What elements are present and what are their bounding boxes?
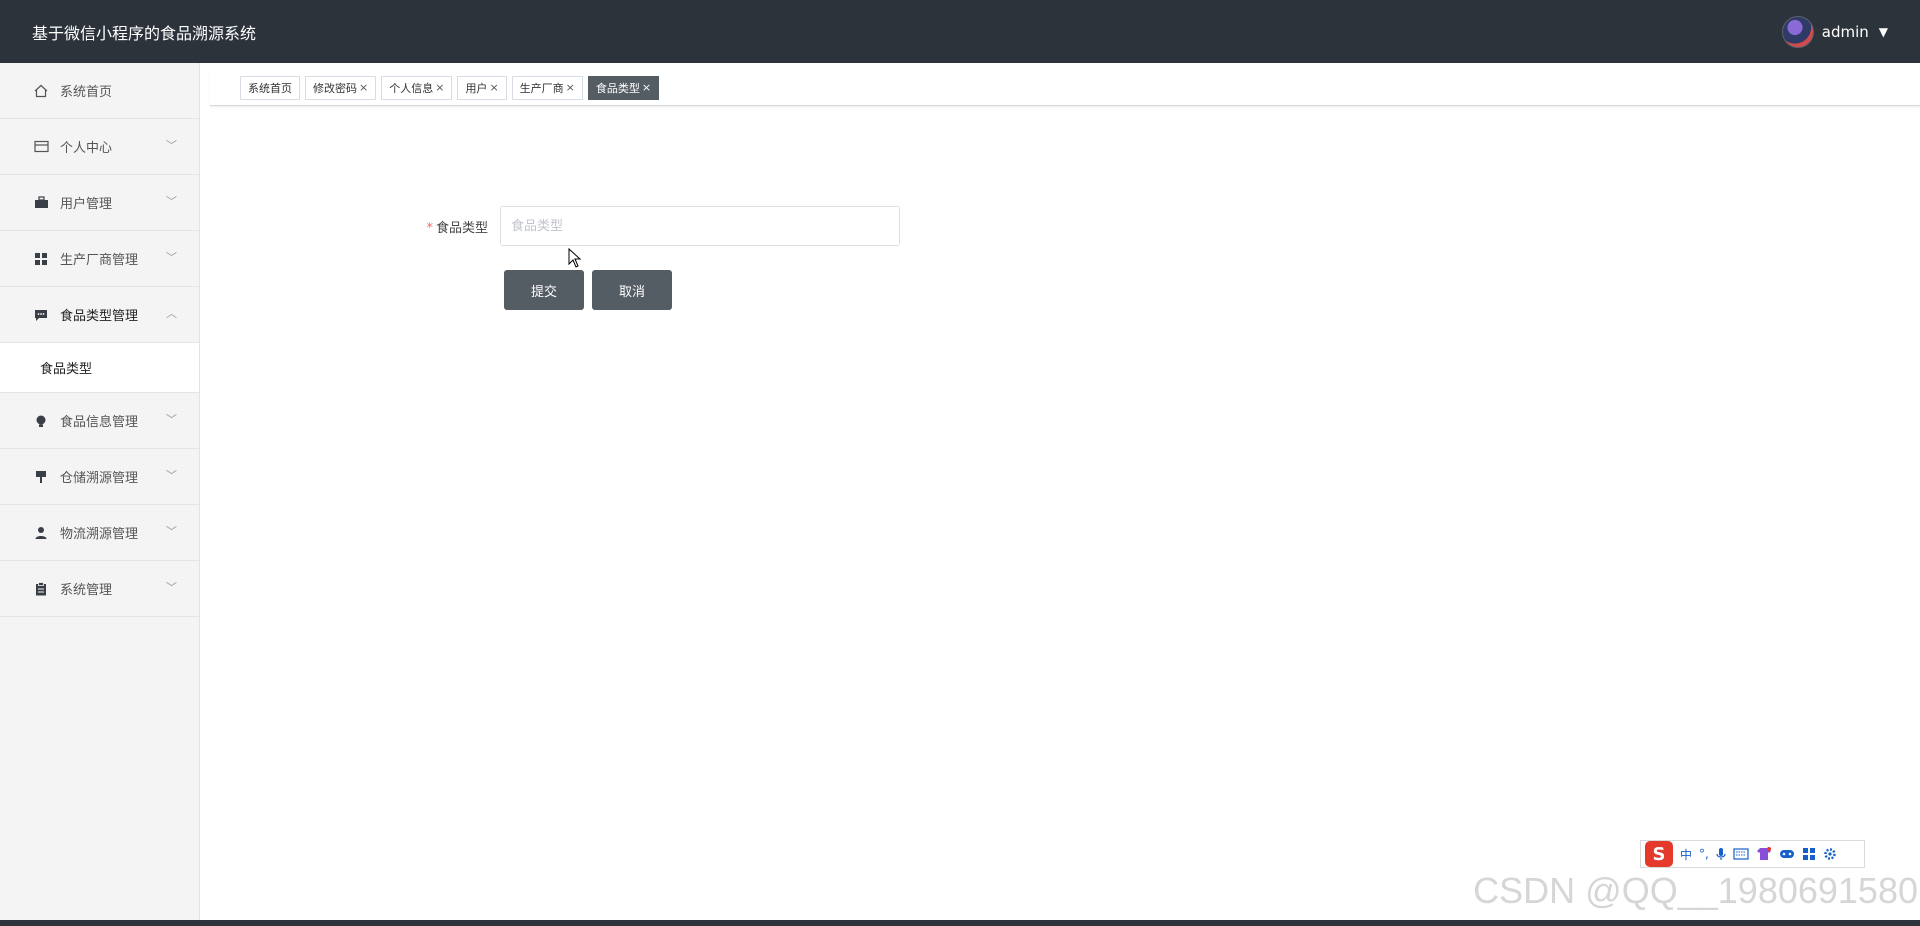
sidebar-item-label: 生产厂商管理: [60, 253, 139, 268]
cancel-button[interactable]: 取消: [592, 270, 672, 310]
briefcase-icon: [32, 196, 50, 209]
tab-label: 食品类型: [595, 81, 640, 95]
sidebar-item-home[interactable]: 系统首页: [0, 63, 199, 119]
tab-label: 系统首页: [248, 81, 292, 95]
user-menu[interactable]: admin ▼: [1781, 15, 1888, 48]
sidebar-item-logistics-trace-management[interactable]: 物流溯源管理 ﹀: [0, 505, 199, 561]
tab-manufacturer[interactable]: 生产厂商 ×: [511, 75, 583, 100]
chevron-up-icon: ︿: [166, 307, 177, 320]
settings-icon[interactable]: [1823, 847, 1837, 861]
apps-icon[interactable]: [1802, 847, 1816, 861]
username[interactable]: admin: [1822, 23, 1869, 41]
sidebar-item-label: 用户管理: [60, 197, 113, 212]
tab-change-password[interactable]: 修改密码 ×: [305, 75, 377, 100]
close-icon[interactable]: ×: [566, 81, 575, 94]
tab-label: 用户: [465, 81, 488, 95]
sidebar-item-label: 食品类型管理: [60, 309, 139, 324]
close-icon[interactable]: ×: [489, 81, 498, 94]
avatar[interactable]: [1781, 15, 1814, 48]
pin-icon: [32, 470, 50, 484]
ime-punctuation-toggle[interactable]: °,: [1699, 847, 1709, 861]
sidebar-subitem-label: 食品类型: [40, 362, 93, 377]
chevron-down-icon: ﹀: [166, 251, 177, 264]
ime-toolbar: S 中 °,: [1640, 840, 1865, 868]
gamepad-icon[interactable]: [1779, 848, 1795, 860]
form-actions: 提交 取消: [504, 270, 672, 310]
caret-down-icon[interactable]: ▼: [1879, 25, 1888, 39]
food-type-form-row: * 食品类型: [420, 206, 900, 246]
close-icon[interactable]: ×: [359, 81, 368, 94]
chat-icon: [32, 308, 50, 322]
sidebar-item-user-management[interactable]: 用户管理 ﹀: [0, 175, 199, 231]
sidebar-item-system-management[interactable]: 系统管理 ﹀: [0, 561, 199, 617]
sidebar-item-label: 个人中心: [60, 141, 113, 156]
tabs-bar: 系统首页 修改密码 × 个人信息 × 用户 × 生产厂商 × 食品类型 ×: [210, 70, 1920, 106]
food-type-label-text: 食品类型: [435, 220, 488, 236]
watermark: CSDN @QQ__1980691580: [1473, 870, 1918, 911]
app-title: 基于微信小程序的食品溯源系统: [32, 23, 257, 43]
sidebar-item-label: 系统首页: [60, 85, 113, 100]
sidebar-item-label: 系统管理: [60, 583, 113, 598]
mic-icon[interactable]: [1716, 847, 1726, 861]
mouse-cursor-icon: [568, 247, 582, 272]
sidebar-item-food-type-management[interactable]: 食品类型管理 ︿: [0, 287, 199, 343]
close-icon[interactable]: ×: [435, 81, 444, 94]
card-icon: [32, 140, 50, 153]
sidebar-item-manufacturer-management[interactable]: 生产厂商管理 ﹀: [0, 231, 199, 287]
required-mark: *: [426, 220, 433, 236]
sogou-logo-icon[interactable]: S: [1645, 841, 1673, 867]
chevron-down-icon: ﹀: [166, 469, 177, 482]
home-icon: [32, 84, 50, 98]
bulb-icon: [32, 414, 50, 428]
tab-personal-info[interactable]: 个人信息 ×: [381, 75, 453, 100]
tab-user[interactable]: 用户 ×: [457, 75, 507, 100]
bottom-strip: [0, 920, 1920, 926]
shirt-icon[interactable]: [1756, 847, 1772, 861]
grid-icon: [32, 252, 50, 266]
tab-home[interactable]: 系统首页: [240, 75, 300, 100]
sidebar: 系统首页 个人中心 ﹀ 用户管理 ﹀ 生产厂商管理 ﹀ 食品类型管理 ︿ 食品类…: [0, 63, 200, 926]
sidebar-item-label: 物流溯源管理: [60, 527, 139, 542]
chevron-down-icon: ﹀: [166, 581, 177, 594]
sidebar-item-personal-center[interactable]: 个人中心 ﹀: [0, 119, 199, 175]
submit-button[interactable]: 提交: [504, 270, 584, 310]
tab-label: 生产厂商: [519, 81, 564, 95]
tab-food-type[interactable]: 食品类型 ×: [587, 75, 660, 100]
chevron-down-icon: ﹀: [166, 525, 177, 538]
chevron-down-icon: ﹀: [166, 195, 177, 208]
top-bar: 基于微信小程序的食品溯源系统 admin ▼: [0, 0, 1920, 63]
clipboard-icon: [32, 581, 50, 596]
close-icon[interactable]: ×: [642, 81, 651, 94]
sidebar-item-storage-trace-management[interactable]: 仓储溯源管理 ﹀: [0, 449, 199, 505]
keyboard-icon[interactable]: [1733, 848, 1749, 860]
sidebar-item-label: 食品信息管理: [60, 415, 139, 430]
sidebar-item-food-info-management[interactable]: 食品信息管理 ﹀: [0, 393, 199, 449]
sidebar-subitem-food-type[interactable]: 食品类型: [0, 343, 199, 393]
sidebar-item-label: 仓储溯源管理: [60, 471, 139, 486]
food-type-label: * 食品类型: [420, 217, 500, 236]
chevron-down-icon: ﹀: [166, 139, 177, 152]
tab-label: 个人信息: [389, 81, 434, 95]
person-icon: [32, 526, 50, 540]
food-type-input[interactable]: [500, 206, 900, 246]
ime-mode-toggle[interactable]: 中: [1680, 846, 1692, 863]
chevron-down-icon: ﹀: [166, 413, 177, 426]
tab-label: 修改密码: [313, 81, 357, 95]
